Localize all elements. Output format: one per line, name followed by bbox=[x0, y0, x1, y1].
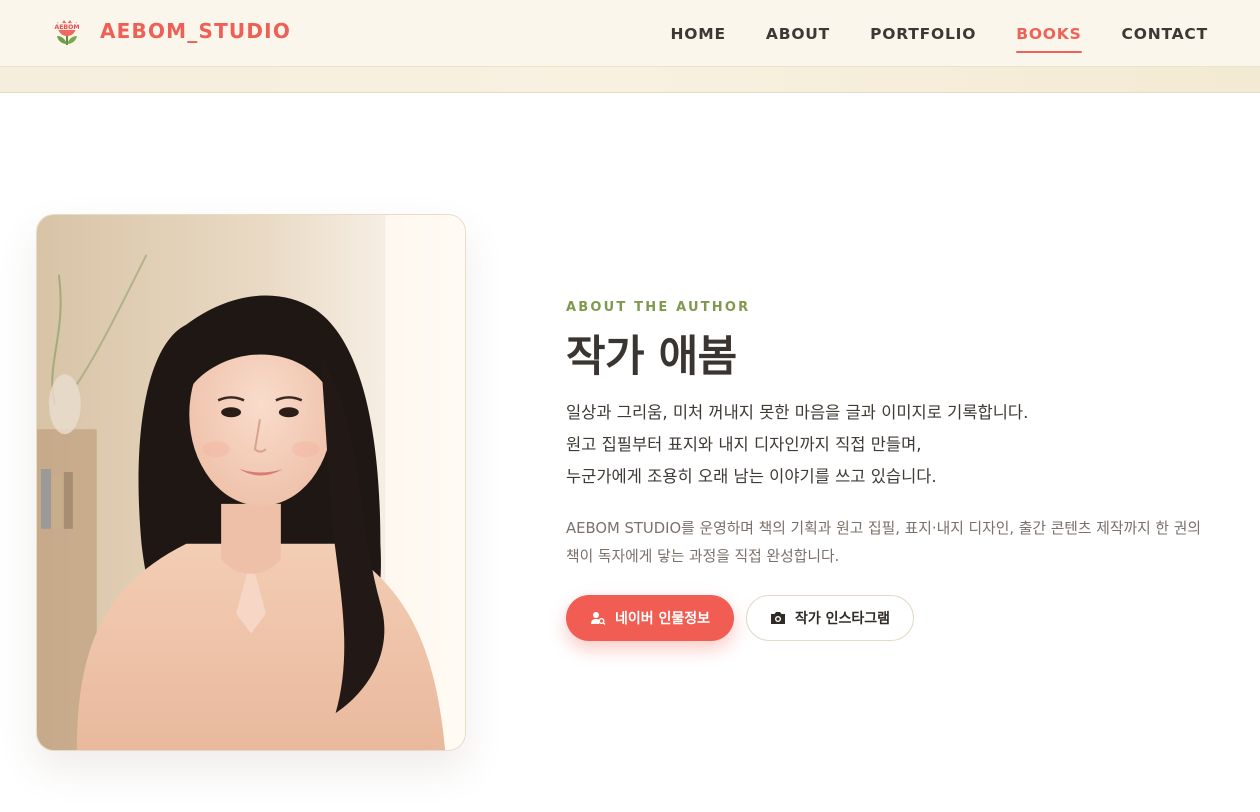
nav-portfolio[interactable]: PORTFOLIO bbox=[870, 25, 976, 43]
header-sub-band bbox=[0, 67, 1260, 93]
author-section: ABOUT THE AUTHOR 작가 애봄 일상과 그리움, 미처 꺼내지 못… bbox=[566, 300, 1216, 641]
instagram-label: 작가 인스타그램 bbox=[794, 611, 891, 627]
nav-about[interactable]: ABOUT bbox=[766, 25, 830, 43]
section-eyebrow: ABOUT THE AUTHOR bbox=[566, 300, 751, 315]
nav-books[interactable]: BOOKS bbox=[1016, 25, 1082, 53]
nav-home[interactable]: HOME bbox=[671, 25, 726, 43]
site-header: AEBOM AEBOM_STUDIO HOME ABOUT PORTFOLIO … bbox=[0, 0, 1260, 67]
author-title: 작가 애봄 bbox=[566, 332, 737, 382]
intro-line: 원고 집필부터 표지와 내지 디자인까지 직접 만들며, bbox=[566, 435, 922, 454]
camera-icon bbox=[770, 611, 786, 625]
naver-profile-label: 네이버 인물정보 bbox=[614, 611, 711, 627]
naver-profile-button[interactable]: 네이버 인물정보 bbox=[566, 595, 734, 641]
author-portrait-image bbox=[37, 215, 465, 750]
brand-name[interactable]: AEBOM_STUDIO bbox=[100, 19, 291, 43]
logo-text: AEBOM bbox=[54, 24, 79, 31]
nav-contact[interactable]: CONTACT bbox=[1122, 25, 1208, 43]
person-search-icon bbox=[590, 610, 606, 626]
instagram-button[interactable]: 작가 인스타그램 bbox=[746, 595, 914, 641]
brand[interactable]: AEBOM AEBOM_STUDIO bbox=[50, 14, 291, 48]
author-photo bbox=[36, 214, 466, 751]
author-intro: 일상과 그리움, 미처 꺼내지 못한 마음을 글과 이미지로 기록합니다. 원고… bbox=[566, 397, 1216, 493]
author-description: AEBOM STUDIO를 운영하며 책의 기획과 원고 집필, 표지·내지 디… bbox=[566, 520, 1201, 565]
author-links: 네이버 인물정보 작가 인스타그램 bbox=[566, 595, 1216, 641]
main-nav: HOME ABOUT PORTFOLIO BOOKS CONTACT bbox=[631, 0, 1208, 67]
intro-line: 일상과 그리움, 미처 꺼내지 못한 마음을 글과 이미지로 기록합니다. bbox=[566, 403, 1029, 422]
intro-line: 누군가에게 조용히 오래 남는 이야기를 쓰고 있습니다. bbox=[566, 467, 937, 486]
tulip-logo-icon: AEBOM bbox=[54, 20, 80, 45]
